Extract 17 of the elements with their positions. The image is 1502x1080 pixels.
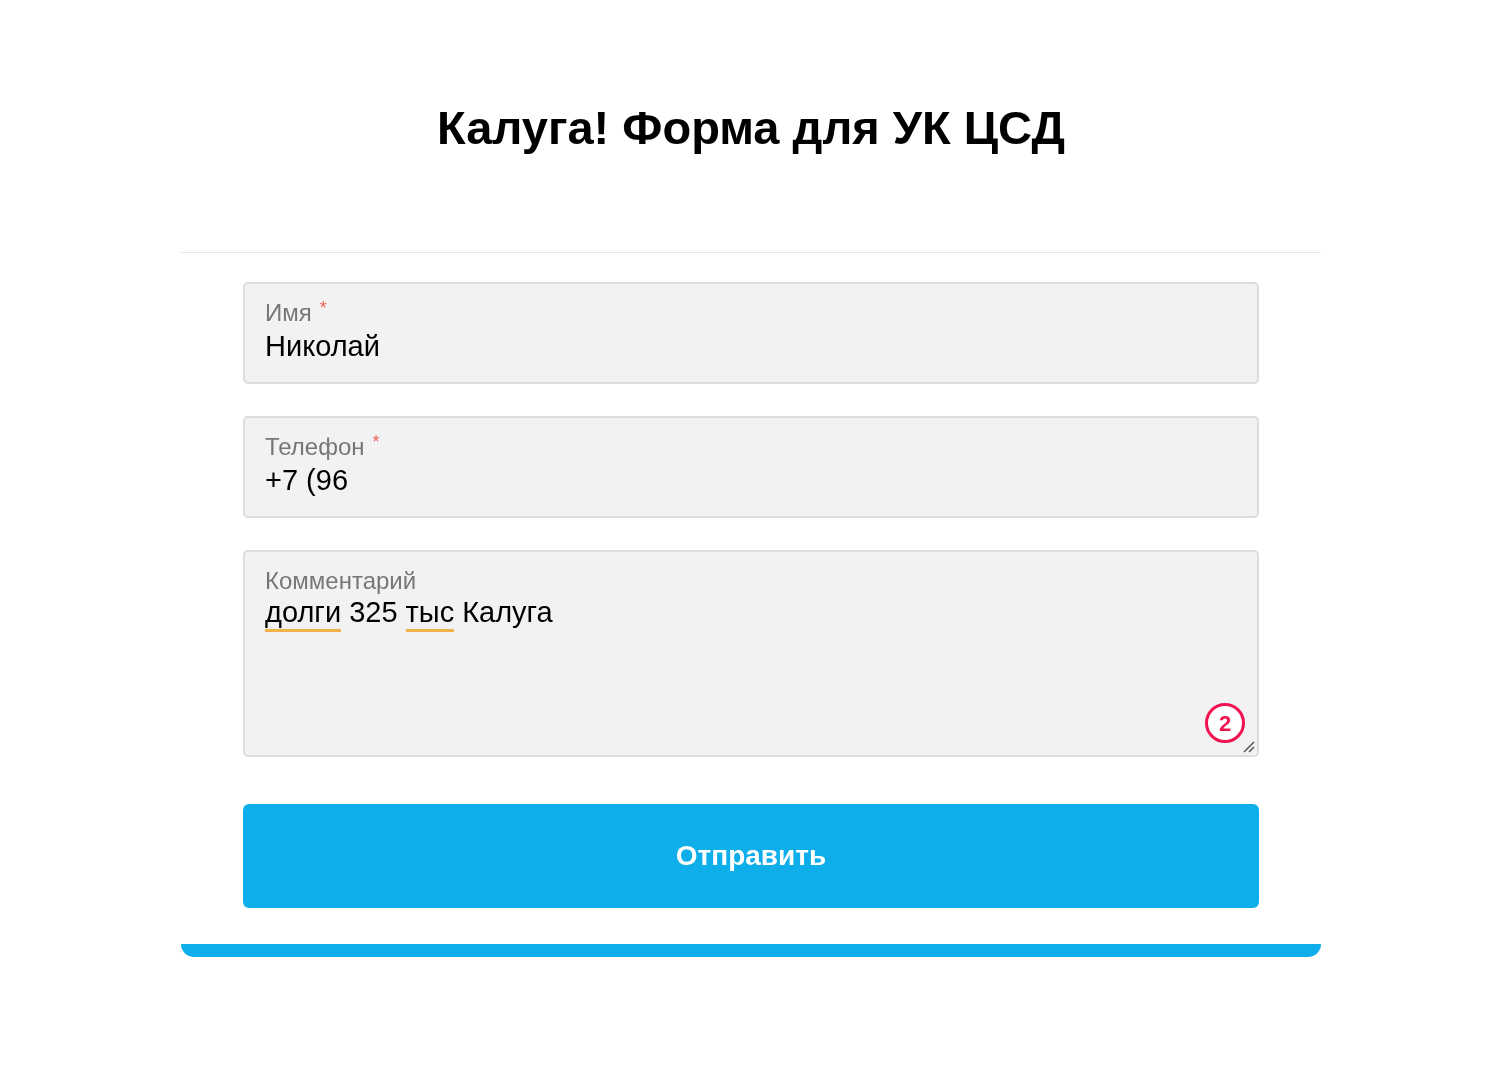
comment-field[interactable]: Комментарий долги 325 тыс Калуга 2 <box>243 550 1259 757</box>
required-asterisk: * <box>372 432 380 452</box>
comment-word: тыс <box>405 596 455 632</box>
field-value: +7 (96 <box>265 463 350 498</box>
field-label: Телефон <box>265 432 365 462</box>
field-value: Николай <box>265 329 381 364</box>
required-asterisk: * <box>319 298 327 318</box>
issue-count-badge[interactable]: 2 <box>1205 703 1245 743</box>
field-label: Имя <box>265 298 312 328</box>
text-field[interactable]: Имя * Николай <box>243 282 1259 384</box>
comment-word: долги <box>265 596 342 632</box>
resize-handle-icon[interactable] <box>1241 739 1255 753</box>
comment-word: 325 <box>349 596 398 630</box>
form-title: Калуга! Форма для УК ЦСД <box>436 100 1066 156</box>
text-field[interactable]: Телефон * +7 (96 <box>243 416 1259 518</box>
comment-word: Калуга <box>462 596 553 630</box>
field-label: Комментарий <box>265 566 417 596</box>
